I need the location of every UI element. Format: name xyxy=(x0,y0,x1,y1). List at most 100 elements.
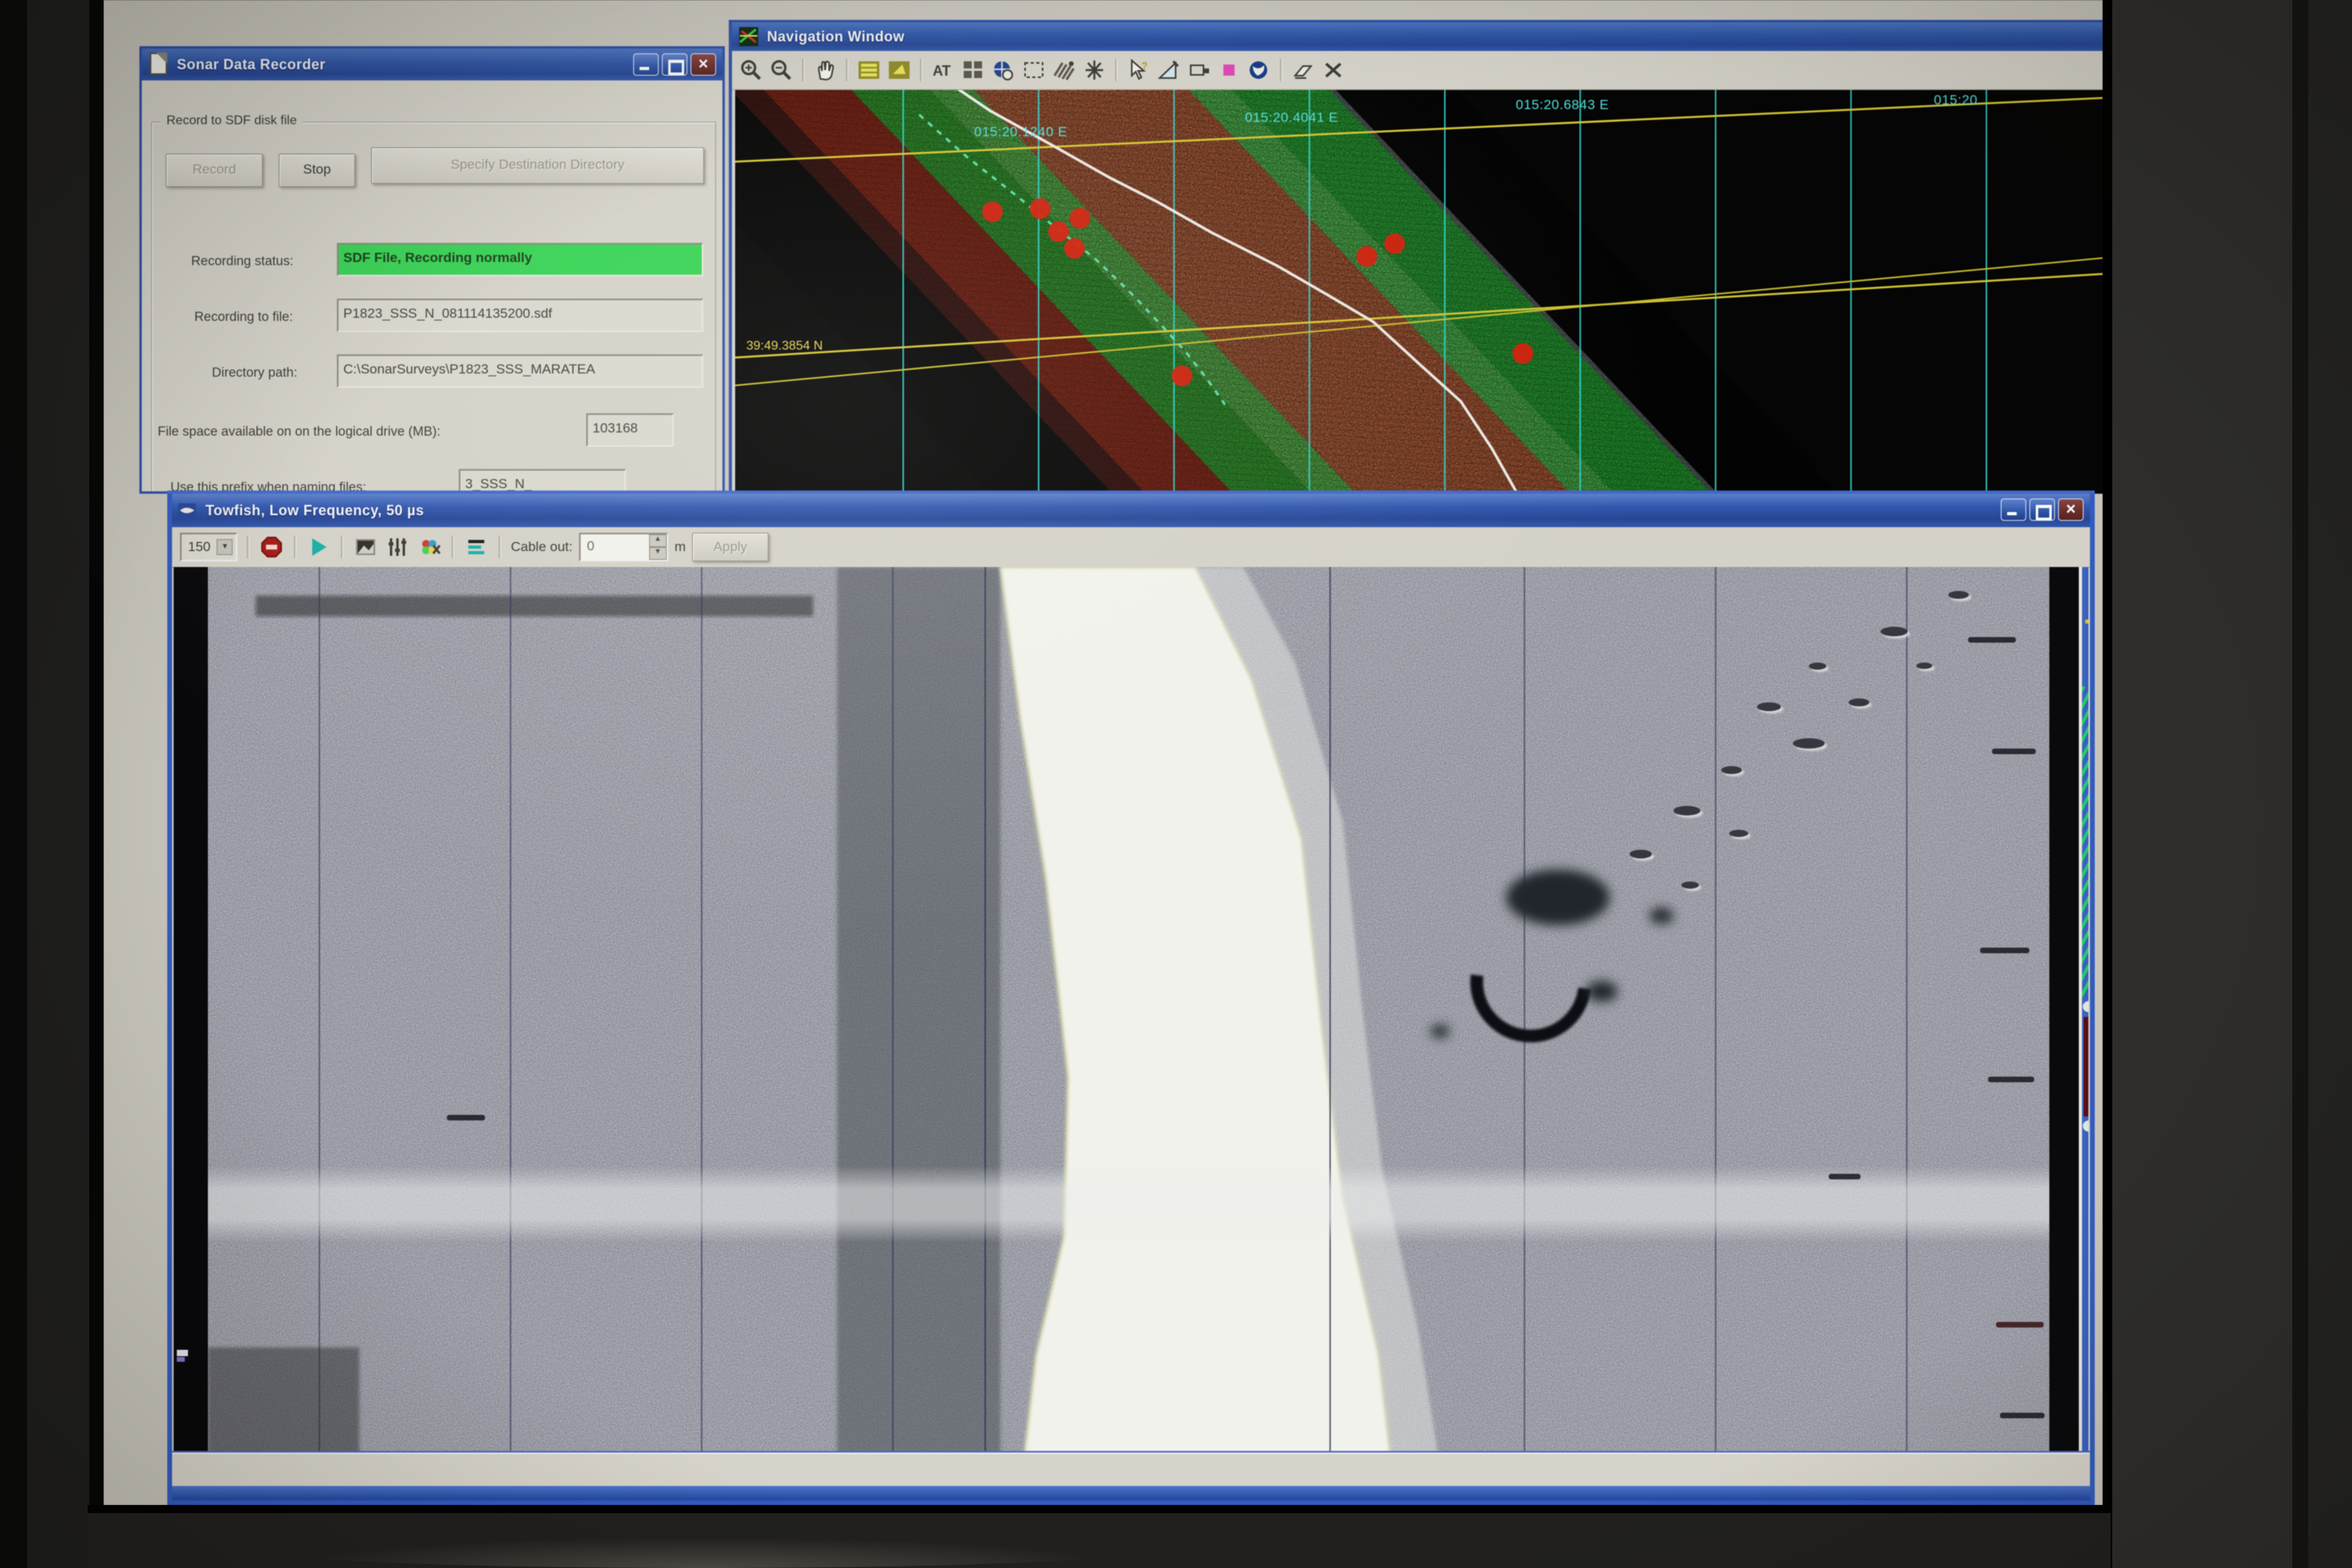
towfish-app-icon xyxy=(177,500,198,521)
nav-titlebar[interactable]: Navigation Window xyxy=(732,22,2103,52)
sonar-target xyxy=(1430,1025,1450,1038)
cable-out-label: Cable out: xyxy=(511,539,573,555)
stop-button[interactable]: Stop xyxy=(279,154,355,187)
sonar-target xyxy=(1650,908,1673,924)
record-group-label: Record to SDF disk file xyxy=(161,114,303,128)
range-line xyxy=(1906,567,1908,1457)
target-marker[interactable] xyxy=(1356,246,1377,267)
chevron-down-icon[interactable]: ▾ xyxy=(217,539,233,555)
waterfall-right-margin xyxy=(2049,567,2079,1457)
track-select-icon[interactable] xyxy=(886,58,912,82)
nav-map[interactable]: 015:20.1240 E 015:20.4041 E 015:20.6843 … xyxy=(735,90,2103,494)
record-button[interactable]: Record xyxy=(166,154,263,187)
globe-zoom-icon[interactable] xyxy=(991,58,1016,82)
towfish-maximize-button[interactable] xyxy=(2029,499,2055,521)
target-marker[interactable] xyxy=(1384,233,1405,254)
sonar-waterfall[interactable] xyxy=(174,567,2088,1457)
toolbar-separator xyxy=(452,536,454,558)
navigation-app-icon xyxy=(738,26,759,47)
cable-out-spinner[interactable]: 0 ▲▼ xyxy=(579,533,668,561)
event-marks-red xyxy=(2084,1017,2088,1116)
surface-return-band xyxy=(208,1166,2049,1242)
delete-x-icon[interactable] xyxy=(1321,58,1346,82)
display-columns-icon[interactable] xyxy=(385,535,410,559)
minimize-icon xyxy=(2007,512,2017,515)
select-area-icon[interactable] xyxy=(1021,58,1047,82)
range-select[interactable]: 150 ▾ xyxy=(180,533,237,561)
recording-file-value[interactable]: P1823_SSS_N_081114135200.sdf xyxy=(337,299,703,332)
cable-out-unit: m xyxy=(675,539,686,555)
pan-hand-icon[interactable] xyxy=(812,58,838,82)
lon-label-2: 015:20.4041 E xyxy=(1245,110,1338,125)
eraser-icon[interactable] xyxy=(1290,58,1316,82)
monitor-bezel-right xyxy=(2103,0,2352,1568)
target-marker[interactable] xyxy=(1064,238,1085,259)
sdr-minimize-button[interactable] xyxy=(633,53,659,76)
measure-triangle-icon[interactable] xyxy=(1156,58,1181,82)
text-size-icon[interactable]: AT xyxy=(930,58,956,82)
grid-icon[interactable] xyxy=(961,58,986,82)
towfish-titlebar[interactable]: Towfish, Low Frequency, 50 µs × xyxy=(172,494,2090,528)
sdr-titlebar[interactable]: Sonar Data Recorder × xyxy=(142,49,722,81)
towfish-minimize-button[interactable] xyxy=(2001,499,2026,521)
zoom-in-icon[interactable] xyxy=(738,58,764,82)
directory-path-value[interactable]: C:\SonarSurveys\P1823_SSS_MARATEA xyxy=(337,354,703,388)
north-mark-icon[interactable] xyxy=(1082,58,1107,82)
range-line xyxy=(701,567,702,1457)
range-line xyxy=(510,567,511,1457)
cable-out-value[interactable]: 0 xyxy=(581,534,649,560)
window-navigation: Navigation Window AT ? xyxy=(729,20,2103,494)
seafloor-mark xyxy=(1829,1174,1861,1179)
waterfall-imagery xyxy=(208,567,2049,1457)
toolbar-separator xyxy=(1115,59,1117,81)
directory-path-label: Directory path: xyxy=(212,366,297,381)
target-marker[interactable] xyxy=(1030,198,1051,219)
toolbar-separator xyxy=(846,59,848,81)
spin-up-icon[interactable]: ▲ xyxy=(649,534,667,547)
hatch-fill-icon[interactable] xyxy=(1051,58,1077,82)
range-line xyxy=(319,567,320,1457)
file-space-label: File space available on on the logical d… xyxy=(158,424,440,440)
tvg-lines-icon[interactable] xyxy=(464,535,489,559)
target-marker[interactable] xyxy=(1070,208,1090,229)
zoom-out-icon[interactable] xyxy=(769,58,794,82)
specify-destination-button[interactable]: Specify Destination Directory xyxy=(371,147,704,184)
palette-icon[interactable] xyxy=(417,535,442,559)
event-marks-green xyxy=(2082,686,2088,997)
sdr-maximize-button[interactable] xyxy=(662,53,687,76)
target-marker[interactable] xyxy=(1172,366,1192,386)
minimize-icon xyxy=(640,67,649,70)
target-marker[interactable] xyxy=(982,201,1003,222)
sonar-target xyxy=(1586,981,1618,1002)
maximize-icon xyxy=(2036,505,2052,520)
target-marker[interactable] xyxy=(1513,343,1533,364)
monitor-bezel-left xyxy=(0,0,104,1568)
sdr-body: Record to SDF disk file Record Stop Spec… xyxy=(142,80,722,491)
seafloor-mark xyxy=(1980,948,2029,953)
desk-reflection xyxy=(287,1537,1123,1568)
world-icon[interactable] xyxy=(1246,58,1272,82)
event-mark-strip[interactable] xyxy=(2082,567,2088,1457)
range-line xyxy=(984,567,986,1457)
pink-marker-icon[interactable] xyxy=(1216,58,1242,82)
towfish-toolbar: 150 ▾ Cable out: 0 ▲▼ m xyxy=(172,527,2090,568)
towfish-close-button[interactable]: × xyxy=(2058,499,2084,521)
track-palette-icon[interactable] xyxy=(856,58,882,82)
nav-window-title: Navigation Window xyxy=(767,29,905,45)
waterfall-left-margin xyxy=(174,567,208,1457)
apply-button[interactable]: Apply xyxy=(692,533,769,561)
stop-record-icon[interactable] xyxy=(259,535,284,559)
seafloor-mark xyxy=(1996,1322,2044,1328)
sdr-close-button[interactable]: × xyxy=(691,53,716,76)
snapshot-icon[interactable] xyxy=(353,535,378,559)
play-icon[interactable] xyxy=(306,535,331,559)
target-marker[interactable] xyxy=(1048,221,1069,242)
spin-down-icon[interactable]: ▼ xyxy=(649,547,667,560)
pointer-query-icon[interactable]: ? xyxy=(1125,58,1151,82)
lon-label-1: 015:20.1240 E xyxy=(974,124,1067,139)
prefix-value[interactable]: 3_SSS_N_ xyxy=(459,469,626,494)
viewport-mark-icon[interactable] xyxy=(1186,58,1211,82)
recording-file-label: Recording to file: xyxy=(194,310,293,325)
file-space-value: 103168 xyxy=(586,413,674,447)
toolbar-separator xyxy=(802,59,804,81)
